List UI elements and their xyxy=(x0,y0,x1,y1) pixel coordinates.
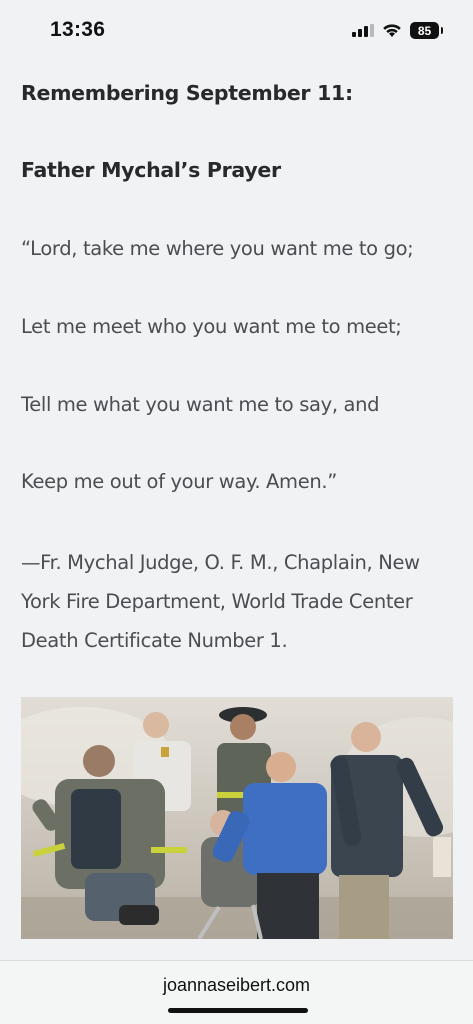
prayer-line-2: Let me meet who you want me to meet; xyxy=(21,315,402,338)
attribution: —Fr. Mychal Judge, O. F. M., Chaplain, N… xyxy=(21,551,420,652)
home-indicator[interactable] xyxy=(168,1008,308,1013)
status-bar: 13:36 85 xyxy=(0,0,473,62)
article-subtitle: Father Mychal’s Prayer xyxy=(21,158,281,182)
article-title: Remembering September 11: xyxy=(21,81,353,105)
cellular-signal-icon xyxy=(352,24,374,37)
prayer-line-3: Tell me what you want me to say, and xyxy=(21,393,380,416)
article-photo[interactable] xyxy=(21,697,453,939)
status-icons: 85 xyxy=(352,22,443,39)
battery-level: 85 xyxy=(417,23,432,38)
rescue-photo-illustration xyxy=(21,697,453,939)
browser-url-bar[interactable]: joannaseibert.com xyxy=(0,960,473,1024)
prayer-line-1: “Lord, take me where you want me to go; xyxy=(21,237,414,260)
url-text[interactable]: joannaseibert.com xyxy=(0,975,473,996)
status-time: 13:36 xyxy=(50,18,106,41)
wifi-icon xyxy=(383,24,401,37)
battery-icon: 85 xyxy=(410,22,443,39)
page: 13:36 85 Remembering September 11: Fathe… xyxy=(0,0,473,1024)
prayer-line-4: Keep me out of your way. Amen.” xyxy=(21,470,337,493)
